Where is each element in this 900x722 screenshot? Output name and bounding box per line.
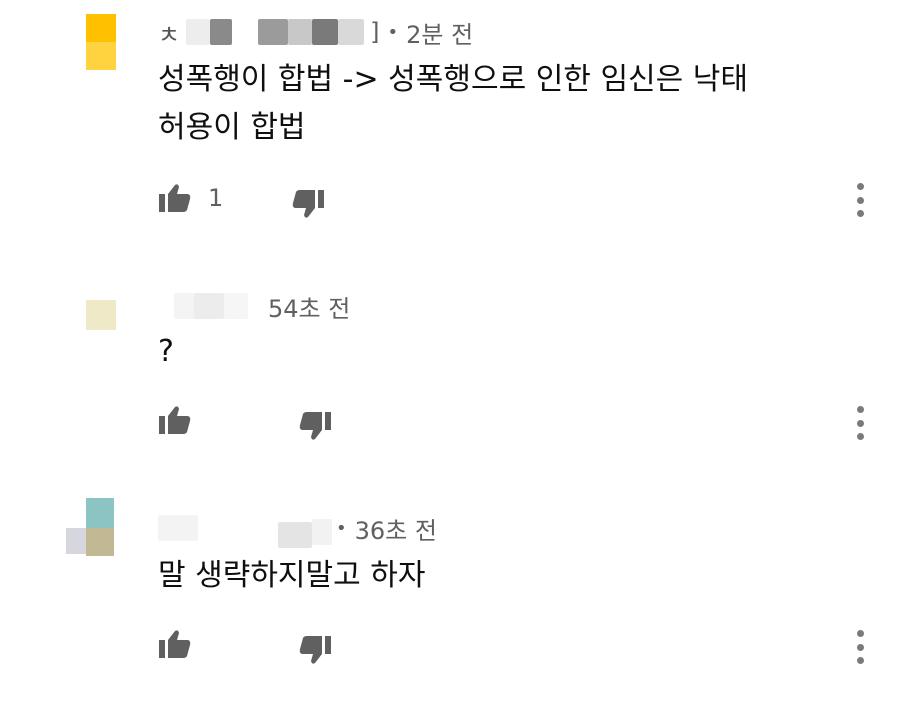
- like-button[interactable]: [158, 405, 192, 435]
- author-name[interactable]: ㅊ: [158, 15, 180, 50]
- thumb-up-icon: [158, 629, 192, 659]
- comment-list: ㅊ ] • 2분 전 성폭행이 합법 -> 성폭행으로 인한 임신은 낙태 허용…: [0, 0, 900, 722]
- avatar[interactable]: [86, 14, 116, 70]
- comment-text: ?: [158, 334, 174, 369]
- thumb-down-icon: [298, 405, 332, 440]
- timestamp[interactable]: 2분 전: [406, 15, 473, 50]
- timestamp[interactable]: 54초 전: [268, 289, 350, 324]
- more-options-button[interactable]: [850, 630, 870, 664]
- avatar[interactable]: [86, 300, 116, 330]
- thumb-up-icon: [158, 405, 192, 435]
- separator: •: [336, 517, 347, 539]
- more-vert-icon: [856, 406, 864, 413]
- thumb-down-icon: [298, 629, 332, 664]
- redacted-name: [158, 515, 198, 541]
- comment-meta: 54초 전: [158, 289, 350, 324]
- thumb-up-icon: [158, 183, 192, 213]
- more-vert-icon: [856, 630, 864, 637]
- comment-actions: [158, 624, 332, 664]
- thumb-down-icon: [291, 183, 325, 218]
- comment-text: 성폭행이 합법 -> 성폭행으로 인한 임신은 낙태 허용이 합법: [158, 62, 748, 145]
- redacted-name: [186, 19, 211, 45]
- comment-meta: • 36초 전: [158, 511, 437, 548]
- timestamp[interactable]: 36초 전: [355, 511, 437, 546]
- redacted-name: [174, 293, 194, 319]
- like-button[interactable]: 1: [158, 183, 223, 213]
- like-button[interactable]: [158, 629, 192, 659]
- more-options-button[interactable]: [850, 406, 870, 440]
- separator: •: [387, 21, 399, 43]
- like-count: 1: [208, 184, 224, 212]
- author-suffix: ]: [370, 18, 380, 46]
- comment-text: 말 생략하지말고 하자: [158, 558, 426, 593]
- comment-meta: ㅊ ] • 2분 전: [158, 15, 473, 50]
- more-vert-icon: [856, 183, 864, 190]
- more-options-button[interactable]: [850, 183, 870, 217]
- avatar[interactable]: [66, 498, 122, 556]
- dislike-button[interactable]: [291, 183, 325, 218]
- dislike-button[interactable]: [298, 629, 332, 664]
- dislike-button[interactable]: [298, 405, 332, 440]
- comment-actions: [158, 400, 332, 440]
- comment-actions: 1: [158, 178, 325, 218]
